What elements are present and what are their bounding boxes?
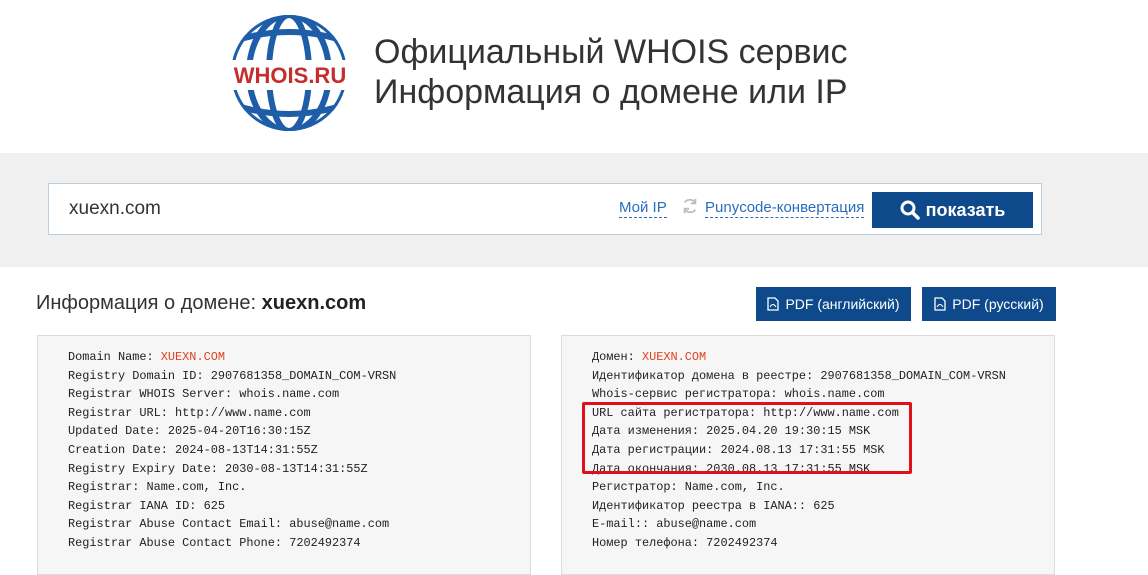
whois-row: Номер телефона: 7202492374: [592, 534, 1054, 553]
whois-english-text: Domain Name: XUEXN.COM Registry Domain ID…: [38, 336, 530, 553]
whois-value: 2025-04-20T16:30:15Z: [167, 424, 311, 439]
whois-key: Registrar Abuse Contact Phone:: [68, 535, 290, 550]
whois-value: Name.com, Inc.: [684, 480, 785, 495]
info-title-prefix: Информация о домене:: [36, 292, 257, 314]
whois-row: Registrar: Name.com, Inc.: [68, 478, 530, 497]
whois-value: 2907681358_DOMAIN_COM-VRSN: [210, 368, 397, 383]
whois-logo[interactable]: WHOIS.RU: [213, 12, 365, 134]
whois-value: XUEXN.COM: [160, 350, 225, 364]
whois-row: Creation Date: 2024-08-13T14:31:55Z: [68, 441, 530, 460]
whois-row: Registrar Abuse Contact Phone: 720249237…: [68, 534, 530, 553]
pdf-russian-button[interactable]: PDF (русский): [922, 287, 1056, 321]
pdf-icon: [934, 297, 946, 311]
whois-row: Registrar WHOIS Server: whois.name.com: [68, 385, 530, 404]
whois-key: Creation Date:: [68, 442, 176, 457]
whois-english-panel: Domain Name: XUEXN.COM Registry Domain ID…: [37, 335, 531, 575]
site-header: WHOIS.RU Официальный WHOIS сервис Информ…: [0, 0, 1148, 153]
pdf-english-label: PDF (английский): [785, 296, 900, 312]
whois-row: Registrar URL: http://www.name.com: [68, 404, 530, 423]
whois-key: Идентификатор домена в реестре:: [592, 368, 821, 383]
svg-text:WHOIS.RU: WHOIS.RU: [234, 63, 346, 88]
whois-value: abuse@name.com: [289, 517, 390, 532]
whois-row: Registry Domain ID: 2907681358_DOMAIN_CO…: [68, 367, 530, 386]
whois-key: Registrar Abuse Contact Email:: [68, 517, 290, 532]
whois-key: Whois-сервис регистратора:: [592, 387, 785, 402]
whois-value: XUEXN.COM: [641, 350, 707, 364]
whois-row: Updated Date: 2025-04-20T16:30:15Z: [68, 422, 530, 441]
search-band: Мой IP Punycode-конвертация показать: [0, 153, 1148, 267]
whois-value: whois.name.com: [784, 387, 885, 402]
whois-value: whois.name.com: [239, 387, 340, 402]
show-button[interactable]: показать: [872, 192, 1033, 228]
site-tagline: Официальный WHOIS сервис Информация о до…: [374, 32, 848, 112]
domain-search-input[interactable]: [59, 192, 599, 226]
whois-key: Registrar:: [68, 480, 147, 495]
whois-key: Registrar IANA ID:: [68, 498, 204, 513]
whois-row: Registry Expiry Date: 2030-08-13T14:31:5…: [68, 460, 530, 479]
whois-value: 2024-08-13T14:31:55Z: [175, 442, 318, 457]
whois-key: Номер телефона:: [592, 535, 707, 550]
whois-value: abuse@name.com: [656, 517, 757, 532]
pdf-icon: [767, 297, 780, 311]
search-box: Мой IP Punycode-конвертация показать: [48, 183, 1042, 235]
pdf-english-button[interactable]: PDF (английский): [756, 287, 911, 321]
whois-value: http://www.name.com: [175, 405, 311, 420]
search-icon: [900, 200, 920, 220]
whois-row: Идентификатор реестра в IANA:: 625: [592, 497, 1054, 516]
whois-row: E-mail:: abuse@name.com: [592, 515, 1054, 534]
whois-key: Registry Domain ID:: [68, 368, 211, 383]
whois-key: Registrar WHOIS Server:: [68, 387, 240, 402]
whois-value: 7202492374: [289, 535, 361, 550]
whois-value: Name.com, Inc.: [146, 480, 247, 495]
whois-key: Updated Date:: [68, 424, 168, 439]
whois-key: Registry Expiry Date:: [68, 461, 225, 476]
whois-value: 625: [813, 498, 835, 513]
whois-row: Домен: XUEXN.COM: [592, 348, 1054, 367]
whois-value: 625: [203, 498, 225, 513]
pdf-russian-label: PDF (русский): [952, 296, 1044, 312]
whois-row: Registrar Abuse Contact Email: abuse@nam…: [68, 515, 530, 534]
whois-key: E-mail::: [592, 517, 657, 532]
punycode-link[interactable]: Punycode-конвертация: [705, 199, 865, 218]
my-ip-link[interactable]: Мой IP: [619, 199, 667, 218]
whois-key: Domain Name:: [68, 350, 161, 364]
whois-value: 2907681358_DOMAIN_COM-VRSN: [820, 368, 1006, 383]
whois-key: Registrar URL:: [68, 405, 176, 420]
whois-row: Whois-сервис регистратора: whois.name.co…: [592, 385, 1054, 404]
refresh-icon: [683, 198, 697, 214]
info-title-domain: xuexn.com: [261, 292, 367, 314]
whois-row: Регистратор: Name.com, Inc.: [592, 478, 1054, 497]
highlight-box: [582, 402, 912, 474]
whois-key: Домен:: [592, 350, 642, 364]
whois-value: 7202492374: [706, 535, 778, 550]
tagline-line-2: Информация о домене или IP: [374, 73, 848, 111]
whois-value: 2030-08-13T14:31:55Z: [224, 461, 368, 476]
whois-row: Registrar IANA ID: 625: [68, 497, 530, 516]
whois-row: Идентификатор домена в реестре: 29076813…: [592, 367, 1054, 386]
whois-row: Domain Name: XUEXN.COM: [68, 348, 530, 367]
tagline-line-1: Официальный WHOIS сервис: [374, 33, 848, 71]
show-button-label: показать: [925, 199, 1006, 220]
whois-key: Регистратор:: [592, 480, 685, 495]
domain-info-title: Информация о домене: xuexn.com: [36, 292, 366, 315]
whois-key: Идентификатор реестра в IANA::: [592, 498, 814, 513]
